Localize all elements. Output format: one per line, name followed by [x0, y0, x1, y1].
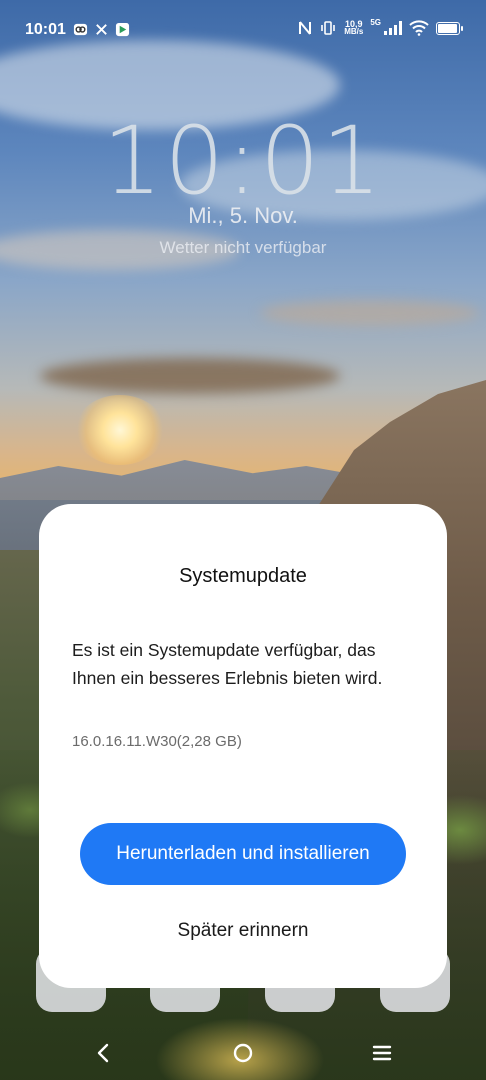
- status-time: 10:01: [25, 21, 66, 38]
- vibrate-icon: [321, 21, 336, 35]
- signal-icon: [384, 21, 402, 35]
- net-speed: 10,9 MB/s: [344, 19, 364, 36]
- dialog-title: Systemupdate: [179, 565, 307, 587]
- update-version: 16.0.16.11.W30(2,28 GB): [72, 733, 242, 750]
- nfc-icon: [299, 21, 312, 35]
- lockscreen-weather: Wetter nicht verfügbar: [159, 238, 327, 257]
- battery-icon: [436, 21, 463, 35]
- wifi-icon: [409, 20, 429, 36]
- lockscreen-clock: 10:01: [102, 107, 384, 216]
- back-icon[interactable]: [89, 1038, 119, 1068]
- network-type: 5G: [370, 17, 381, 27]
- home-icon[interactable]: [228, 1038, 258, 1068]
- navigation-bar: [0, 1024, 486, 1080]
- download-install-button[interactable]: Herunterladen und installieren: [80, 823, 406, 885]
- notification-circle-icon: [73, 23, 88, 36]
- lockscreen-date: Mi., 5. Nov.: [188, 203, 298, 228]
- system-update-dialog: Systemupdate Es ist ein Systemupdate ver…: [39, 504, 447, 988]
- play-store-icon: [115, 22, 130, 37]
- menu-icon[interactable]: [367, 1038, 397, 1068]
- x-icon: [96, 24, 107, 35]
- status-bar: 10:01 10,9 MB/s 5G: [0, 0, 486, 60]
- remind-later-button[interactable]: Später erinnern: [39, 919, 447, 943]
- dialog-message: Es ist ein Systemupdate verfügbar, das I…: [72, 640, 383, 688]
